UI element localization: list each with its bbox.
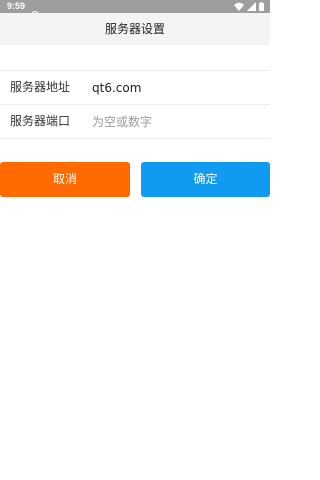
cellular-signal-icon (247, 2, 256, 11)
cancel-button[interactable]: 取消 (0, 162, 130, 197)
cast-icon (30, 3, 40, 16)
server-port-label: 服务器端口 (10, 114, 71, 128)
status-icons (234, 2, 264, 11)
confirm-button[interactable]: 确定 (141, 162, 270, 197)
server-address-input[interactable] (92, 76, 262, 99)
page-title: 服务器设置 (104, 22, 165, 36)
title-bar: 服务器设置 (0, 13, 270, 45)
wifi-icon (234, 2, 244, 11)
battery-icon (259, 2, 264, 11)
server-port-input[interactable] (92, 110, 262, 133)
server-address-row: 服务器地址 (0, 71, 270, 105)
server-address-label: 服务器地址 (10, 80, 71, 94)
server-port-row: 服务器端口 (0, 105, 270, 139)
status-bar: 9:59 (0, 0, 270, 16)
status-time: 9:59 (7, 1, 26, 11)
server-settings-form: 服务器地址 服务器端口 (0, 70, 270, 139)
